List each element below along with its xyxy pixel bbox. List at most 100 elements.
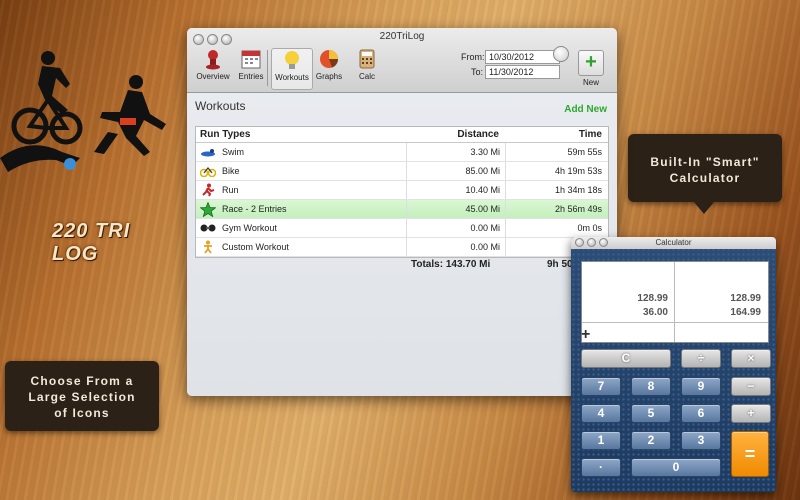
new-button[interactable]: + bbox=[578, 50, 604, 76]
clear-key[interactable]: C bbox=[581, 349, 671, 368]
from-date-row: From: 10/30/2012 bbox=[461, 50, 560, 64]
to-date-row: To: 11/30/2012 bbox=[461, 65, 560, 79]
key-0[interactable]: 0 bbox=[631, 458, 721, 477]
calculator-display: 128.99 36.00 128.99 164.99 bbox=[581, 261, 769, 343]
row-time: 1h 34m 18s bbox=[554, 185, 602, 195]
toolbar-label: Graphs bbox=[315, 72, 343, 81]
row-time: 2h 56m 49s bbox=[554, 204, 602, 214]
bicycle-icon bbox=[200, 164, 216, 178]
plus-key[interactable]: + bbox=[731, 404, 771, 423]
key-3[interactable]: 3 bbox=[681, 431, 721, 450]
key-8[interactable]: 8 bbox=[631, 377, 671, 396]
dumbbell-icon bbox=[200, 221, 216, 235]
table-header: Run Types Distance Time bbox=[196, 127, 608, 143]
table-row[interactable]: Swim 3.30 Mi 59m 55s bbox=[196, 143, 608, 162]
to-date-field[interactable]: 11/30/2012 bbox=[485, 65, 560, 79]
row-distance: 3.30 Mi bbox=[407, 143, 506, 161]
row-distance: 10.40 Mi bbox=[407, 181, 506, 199]
row-distance: 0.00 Mi bbox=[407, 219, 506, 237]
display-left-column: 128.99 36.00 bbox=[582, 262, 675, 342]
column-header-run-types[interactable]: Run Types bbox=[196, 127, 406, 142]
toolbar-calc[interactable]: Calc bbox=[347, 48, 387, 81]
column-header-distance[interactable]: Distance bbox=[406, 127, 504, 142]
row-time: 4h 19m 53s bbox=[554, 166, 602, 176]
toolbar-label: Workouts bbox=[275, 73, 309, 82]
row-name: Race - 2 Entries bbox=[222, 204, 287, 214]
row-name: Run bbox=[222, 185, 239, 195]
multiply-key[interactable]: × bbox=[731, 349, 771, 368]
workouts-table: Run Types Distance Time Swim 3.30 Mi 59m… bbox=[195, 126, 609, 258]
callout-line: of Icons bbox=[54, 406, 110, 420]
row-name: Swim bbox=[222, 147, 244, 157]
row-time: 59m 55s bbox=[567, 147, 602, 157]
calculator-titlebar: Calculator bbox=[571, 237, 776, 249]
figure-icon bbox=[200, 240, 216, 254]
calculator-window-controls bbox=[575, 238, 611, 251]
star-icon bbox=[200, 201, 216, 217]
swimmer-icon bbox=[200, 145, 216, 159]
icons-callout: Choose From a Large Selection of Icons bbox=[5, 361, 159, 431]
window-toolbar: 220TriLog Overview Entries Workouts Grap… bbox=[187, 28, 617, 93]
pushpin-icon bbox=[202, 48, 224, 70]
key-9[interactable]: 9 bbox=[681, 377, 721, 396]
row-name: Gym Workout bbox=[222, 223, 277, 233]
display-value: 128.99 bbox=[730, 293, 761, 304]
callout-line: Choose From a bbox=[30, 374, 134, 388]
display-value: 128.99 bbox=[637, 293, 668, 304]
close-button[interactable] bbox=[575, 238, 584, 247]
minimize-button[interactable] bbox=[587, 238, 596, 247]
toolbar-label: Entries bbox=[238, 72, 264, 81]
app-logo: 220 TRI LOG bbox=[0, 40, 180, 265]
toolbar-label: Calc bbox=[358, 72, 375, 81]
totals-time: 9h 50 bbox=[547, 259, 573, 270]
row-name: Bike bbox=[222, 166, 240, 176]
to-label: To: bbox=[471, 67, 484, 77]
row-time: 0m 0s bbox=[577, 223, 602, 233]
key-1[interactable]: 1 bbox=[581, 431, 621, 450]
column-header-time[interactable]: Time bbox=[504, 127, 608, 142]
add-new-link[interactable]: Add New bbox=[564, 104, 607, 115]
triathlete-silhouette-icon bbox=[0, 51, 166, 172]
decimal-key[interactable]: · bbox=[581, 458, 621, 477]
key-5[interactable]: 5 bbox=[631, 404, 671, 423]
row-distance: 0.00 Mi bbox=[407, 238, 506, 256]
from-date-field[interactable]: 10/30/2012 bbox=[485, 50, 560, 64]
table-row-selected[interactable]: Race - 2 Entries 45.00 Mi 2h 56m 49s bbox=[196, 200, 608, 219]
display-value: 164.99 bbox=[730, 307, 761, 318]
table-row[interactable]: Bike 85.00 Mi 4h 19m 53s bbox=[196, 162, 608, 181]
toolbar-graphs[interactable]: Graphs bbox=[309, 48, 349, 81]
from-label: From: bbox=[461, 52, 485, 62]
toolbar-entries[interactable]: Entries bbox=[231, 48, 271, 81]
totals-distance: Totals: 143.70 Mi bbox=[411, 259, 491, 270]
display-value: 36.00 bbox=[642, 307, 668, 318]
divide-key[interactable]: ÷ bbox=[681, 349, 721, 368]
minus-key[interactable]: − bbox=[731, 377, 771, 396]
display-operator: + bbox=[581, 326, 591, 343]
key-2[interactable]: 2 bbox=[631, 431, 671, 450]
callout-line: Built-In "Smart" bbox=[650, 155, 760, 169]
window-title: 220TriLog bbox=[379, 31, 425, 42]
toolbar-overview[interactable]: Overview bbox=[193, 48, 233, 81]
key-6[interactable]: 6 bbox=[681, 404, 721, 423]
key-7[interactable]: 7 bbox=[581, 377, 621, 396]
toolbar-workouts[interactable]: Workouts bbox=[271, 48, 313, 90]
zoom-button[interactable] bbox=[599, 238, 608, 247]
row-distance: 85.00 Mi bbox=[407, 162, 506, 180]
calculator-window: Calculator 128.99 36.00 128.99 164.99 + … bbox=[571, 237, 776, 492]
table-row[interactable]: Custom Workout 0.00 Mi 0m 0s bbox=[196, 238, 608, 257]
logo-text: 220 TRI LOG bbox=[52, 220, 131, 265]
calculator-title: Calculator bbox=[655, 238, 692, 247]
calculator-callout: Built-In "Smart" Calculator bbox=[628, 134, 782, 214]
key-4[interactable]: 4 bbox=[581, 404, 621, 423]
calculator-icon bbox=[356, 48, 378, 70]
date-range-knob[interactable] bbox=[553, 46, 569, 62]
section-title: Workouts bbox=[195, 99, 246, 113]
calendar-icon bbox=[240, 48, 262, 70]
lightbulb-icon bbox=[281, 49, 303, 71]
row-distance: 45.00 Mi bbox=[407, 200, 506, 218]
runner-icon bbox=[200, 183, 216, 197]
table-row[interactable]: Run 10.40 Mi 1h 34m 18s bbox=[196, 181, 608, 200]
table-row[interactable]: Gym Workout 0.00 Mi 0m 0s bbox=[196, 219, 608, 238]
equals-key[interactable]: = bbox=[731, 431, 769, 477]
plus-icon: + bbox=[585, 51, 597, 73]
